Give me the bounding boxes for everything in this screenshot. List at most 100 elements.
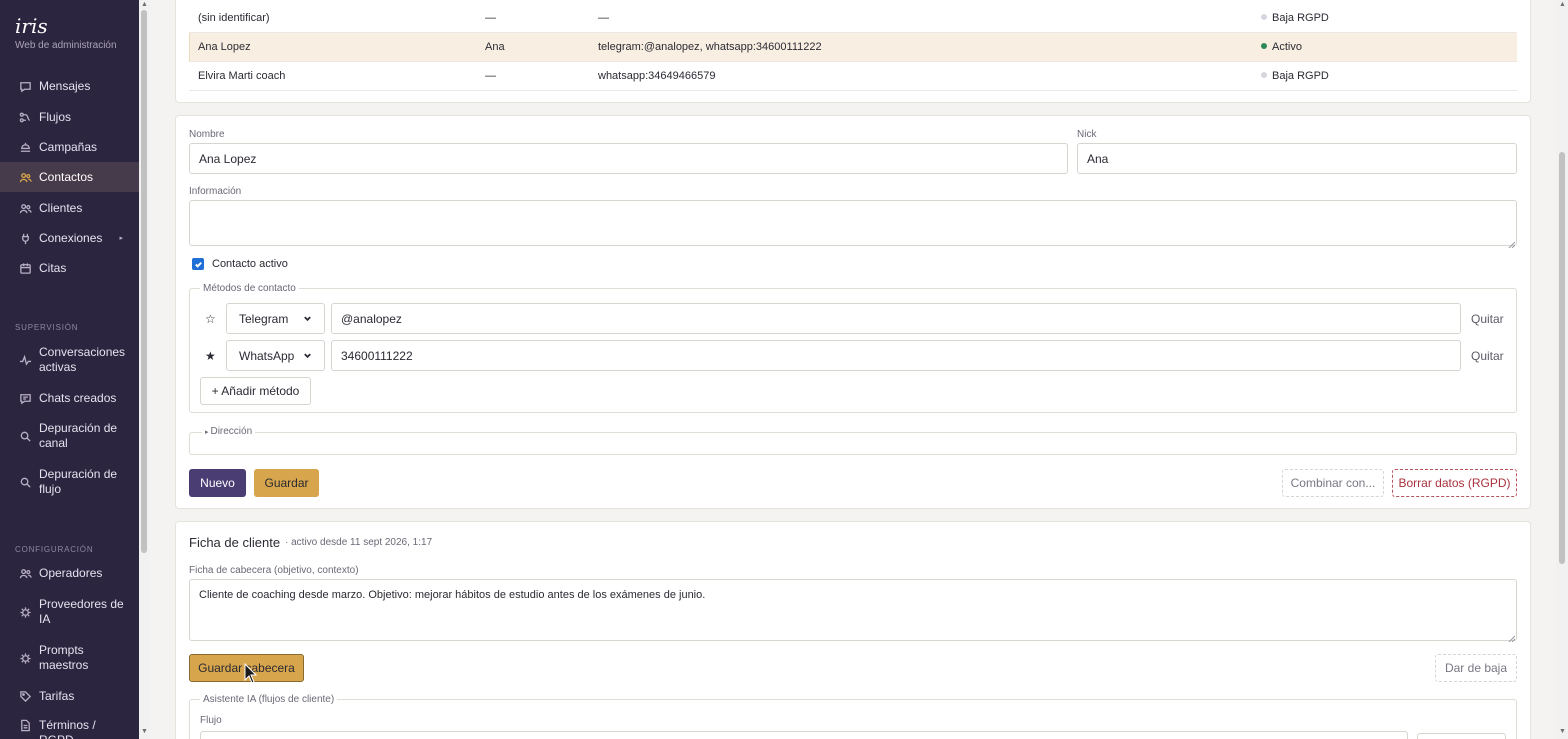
add-method-button[interactable]: + Añadir método — [200, 377, 311, 405]
chevron-down-icon — [304, 353, 311, 359]
client-card-title: Ficha de cliente — [189, 535, 281, 550]
cabecera-textarea[interactable]: Cliente de coaching desde marzo. Objetiv… — [189, 579, 1517, 641]
search-icon — [18, 475, 32, 489]
status-dot — [1261, 14, 1267, 20]
tag-icon — [18, 689, 32, 703]
nick-input[interactable]: Ana — [1077, 143, 1517, 174]
sidebar-item-label: Operadores — [39, 565, 103, 580]
nombre-label: Nombre — [189, 129, 225, 140]
scroll-down-icon[interactable]: ▼ — [1559, 728, 1566, 735]
search-icon — [18, 429, 32, 443]
scroll-up-icon[interactable]: ▲ — [1559, 1, 1566, 8]
sidebar-item-campanas[interactable]: Campañas — [0, 139, 139, 155]
sidebar-item-label: Depuración de flujo — [39, 467, 118, 496]
status-badge: Activo — [1272, 41, 1302, 53]
sidebar-item-conversaciones[interactable]: Conversaciones activas — [0, 344, 139, 376]
table-row[interactable]: Elvira Marti coach — whatsapp:3464946657… — [189, 62, 1517, 91]
sidebar-item-depuracion-flujo[interactable]: Depuración de flujo — [0, 466, 139, 498]
main-scrollbar[interactable]: ▲ ▼ — [1556, 0, 1568, 739]
section-title-configuracion: CONFIGURACIÓN — [15, 545, 94, 554]
contacto-activo-label: Contacto activo — [212, 258, 288, 270]
section-title-supervision: SUPERVISIÓN — [15, 323, 79, 332]
campaign-icon — [18, 140, 32, 154]
sidebar-item-label: Citas — [39, 260, 67, 275]
star-filled-icon[interactable]: ★ — [205, 349, 216, 363]
contact-methods: — — [598, 12, 609, 24]
flujo-select[interactable] — [200, 731, 1408, 739]
sidebar-item-terminos[interactable]: Términos / RGPD — [0, 718, 139, 739]
calendar-icon — [18, 261, 32, 275]
resize-handle-icon[interactable] — [1508, 237, 1516, 249]
contact-nick: Ana — [485, 41, 505, 53]
main-scroll-thumb[interactable] — [1559, 152, 1565, 564]
sidebar-item-label: Prompts maestros — [39, 643, 89, 672]
direccion-toggle[interactable]: ▸ Dirección — [202, 426, 256, 437]
chat-icon — [18, 391, 32, 405]
method-value-input[interactable]: 34600111222 — [331, 340, 1461, 371]
users-icon — [18, 566, 32, 580]
method-type-select[interactable]: WhatsApp — [226, 340, 325, 371]
document-icon — [18, 718, 32, 732]
scroll-up-icon[interactable]: ▲ — [141, 1, 148, 8]
cabecera-label: Ficha de cabecera (objetivo, contexto) — [189, 565, 359, 576]
sidebar-item-label: Proveedores de IA — [39, 597, 124, 626]
sidebar-item-label: Conexiones — [39, 230, 103, 245]
sidebar-item-mensajes[interactable]: Mensajes — [0, 78, 139, 94]
sidebar-item-label: Clientes — [39, 200, 83, 215]
flow-icon — [18, 110, 32, 124]
contact-methods: whatsapp:34649466579 — [598, 70, 716, 82]
dar-de-baja-button[interactable]: Dar de baja — [1435, 654, 1517, 682]
sidebar-item-label: Contactos — [39, 169, 94, 184]
brand-subtitle: Web de administración — [15, 40, 117, 51]
sidebar-item-label: Tarifas — [39, 688, 75, 703]
sidebar-item-citas[interactable]: Citas — [0, 260, 139, 276]
combinar-button[interactable]: Combinar con... — [1282, 469, 1384, 497]
users-icon — [18, 170, 32, 184]
sidebar-item-clientes[interactable]: Clientes — [0, 200, 139, 216]
sidebar-item-prompts[interactable]: Prompts maestros — [0, 642, 139, 674]
contact-methods: telegram:@analopez, whatsapp:34600111222 — [598, 41, 822, 53]
sidebar-item-depuracion-canal[interactable]: Depuración de canal — [0, 420, 139, 452]
contact-name: Elvira Marti coach — [198, 70, 286, 82]
sidebar-item-label: Campañas — [39, 139, 98, 154]
method-type-select[interactable]: Telegram — [226, 303, 325, 334]
scroll-down-icon[interactable]: ▼ — [141, 728, 148, 735]
quitar-method-button[interactable]: Quitar — [1471, 349, 1504, 363]
mouse-cursor-icon — [244, 663, 257, 684]
sidebar-item-contactos[interactable]: Contactos — [0, 162, 139, 192]
informacion-textarea[interactable] — [189, 200, 1517, 246]
sidebar-item-conexiones[interactable]: Conexiones ▸ — [0, 230, 139, 246]
contact-nick: — — [485, 70, 496, 82]
sidebar-item-label: Conversaciones activas — [39, 345, 126, 374]
resize-handle-icon[interactable] — [1508, 631, 1516, 643]
star-outline-icon[interactable]: ☆ — [205, 312, 216, 326]
sidebar-item-tarifas[interactable]: Tarifas — [0, 688, 139, 704]
status-badge: Baja RGPD — [1272, 70, 1329, 82]
method-type-value: WhatsApp — [239, 348, 295, 363]
contacto-activo-checkbox[interactable] — [192, 258, 204, 270]
table-row-selected[interactable]: Ana Lopez Ana telegram:@analopez, whatsa… — [189, 33, 1517, 62]
sidebar-item-operadores[interactable]: Operadores — [0, 565, 139, 581]
guardar-button[interactable]: Guardar — [254, 469, 319, 497]
flujo-action-button[interactable] — [1417, 733, 1506, 739]
contact-name: Ana Lopez — [198, 41, 251, 53]
quitar-method-button[interactable]: Quitar — [1471, 312, 1504, 326]
direccion-fieldset[interactable] — [189, 432, 1517, 455]
message-icon — [18, 79, 32, 93]
sidebar: iris Web de administración Mensajes Fluj… — [0, 0, 139, 739]
borrar-datos-button[interactable]: Borrar datos (RGPD) — [1392, 469, 1517, 497]
sidebar-item-proveedores[interactable]: Proveedores de IA — [0, 596, 139, 628]
sidebar-item-flujos[interactable]: Flujos — [0, 109, 139, 125]
sidebar-scroll-thumb[interactable] — [141, 10, 147, 553]
method-type-value: Telegram — [239, 311, 289, 326]
sidebar-item-label: Flujos — [39, 109, 72, 124]
nombre-input[interactable]: Ana Lopez — [189, 143, 1068, 174]
sidebar-item-label: Términos / RGPD — [39, 718, 96, 739]
nuevo-button[interactable]: Nuevo — [189, 469, 246, 497]
sidebar-item-chats[interactable]: Chats creados — [0, 390, 139, 406]
nick-label: Nick — [1077, 129, 1097, 140]
sidebar-scrollbar[interactable]: ▲ ▼ — [139, 0, 149, 739]
table-row[interactable]: (sin identificar) — — Baja RGPD — [189, 4, 1517, 33]
method-value-input[interactable]: @analopez — [331, 303, 1461, 334]
direccion-label: Dirección — [210, 426, 253, 437]
